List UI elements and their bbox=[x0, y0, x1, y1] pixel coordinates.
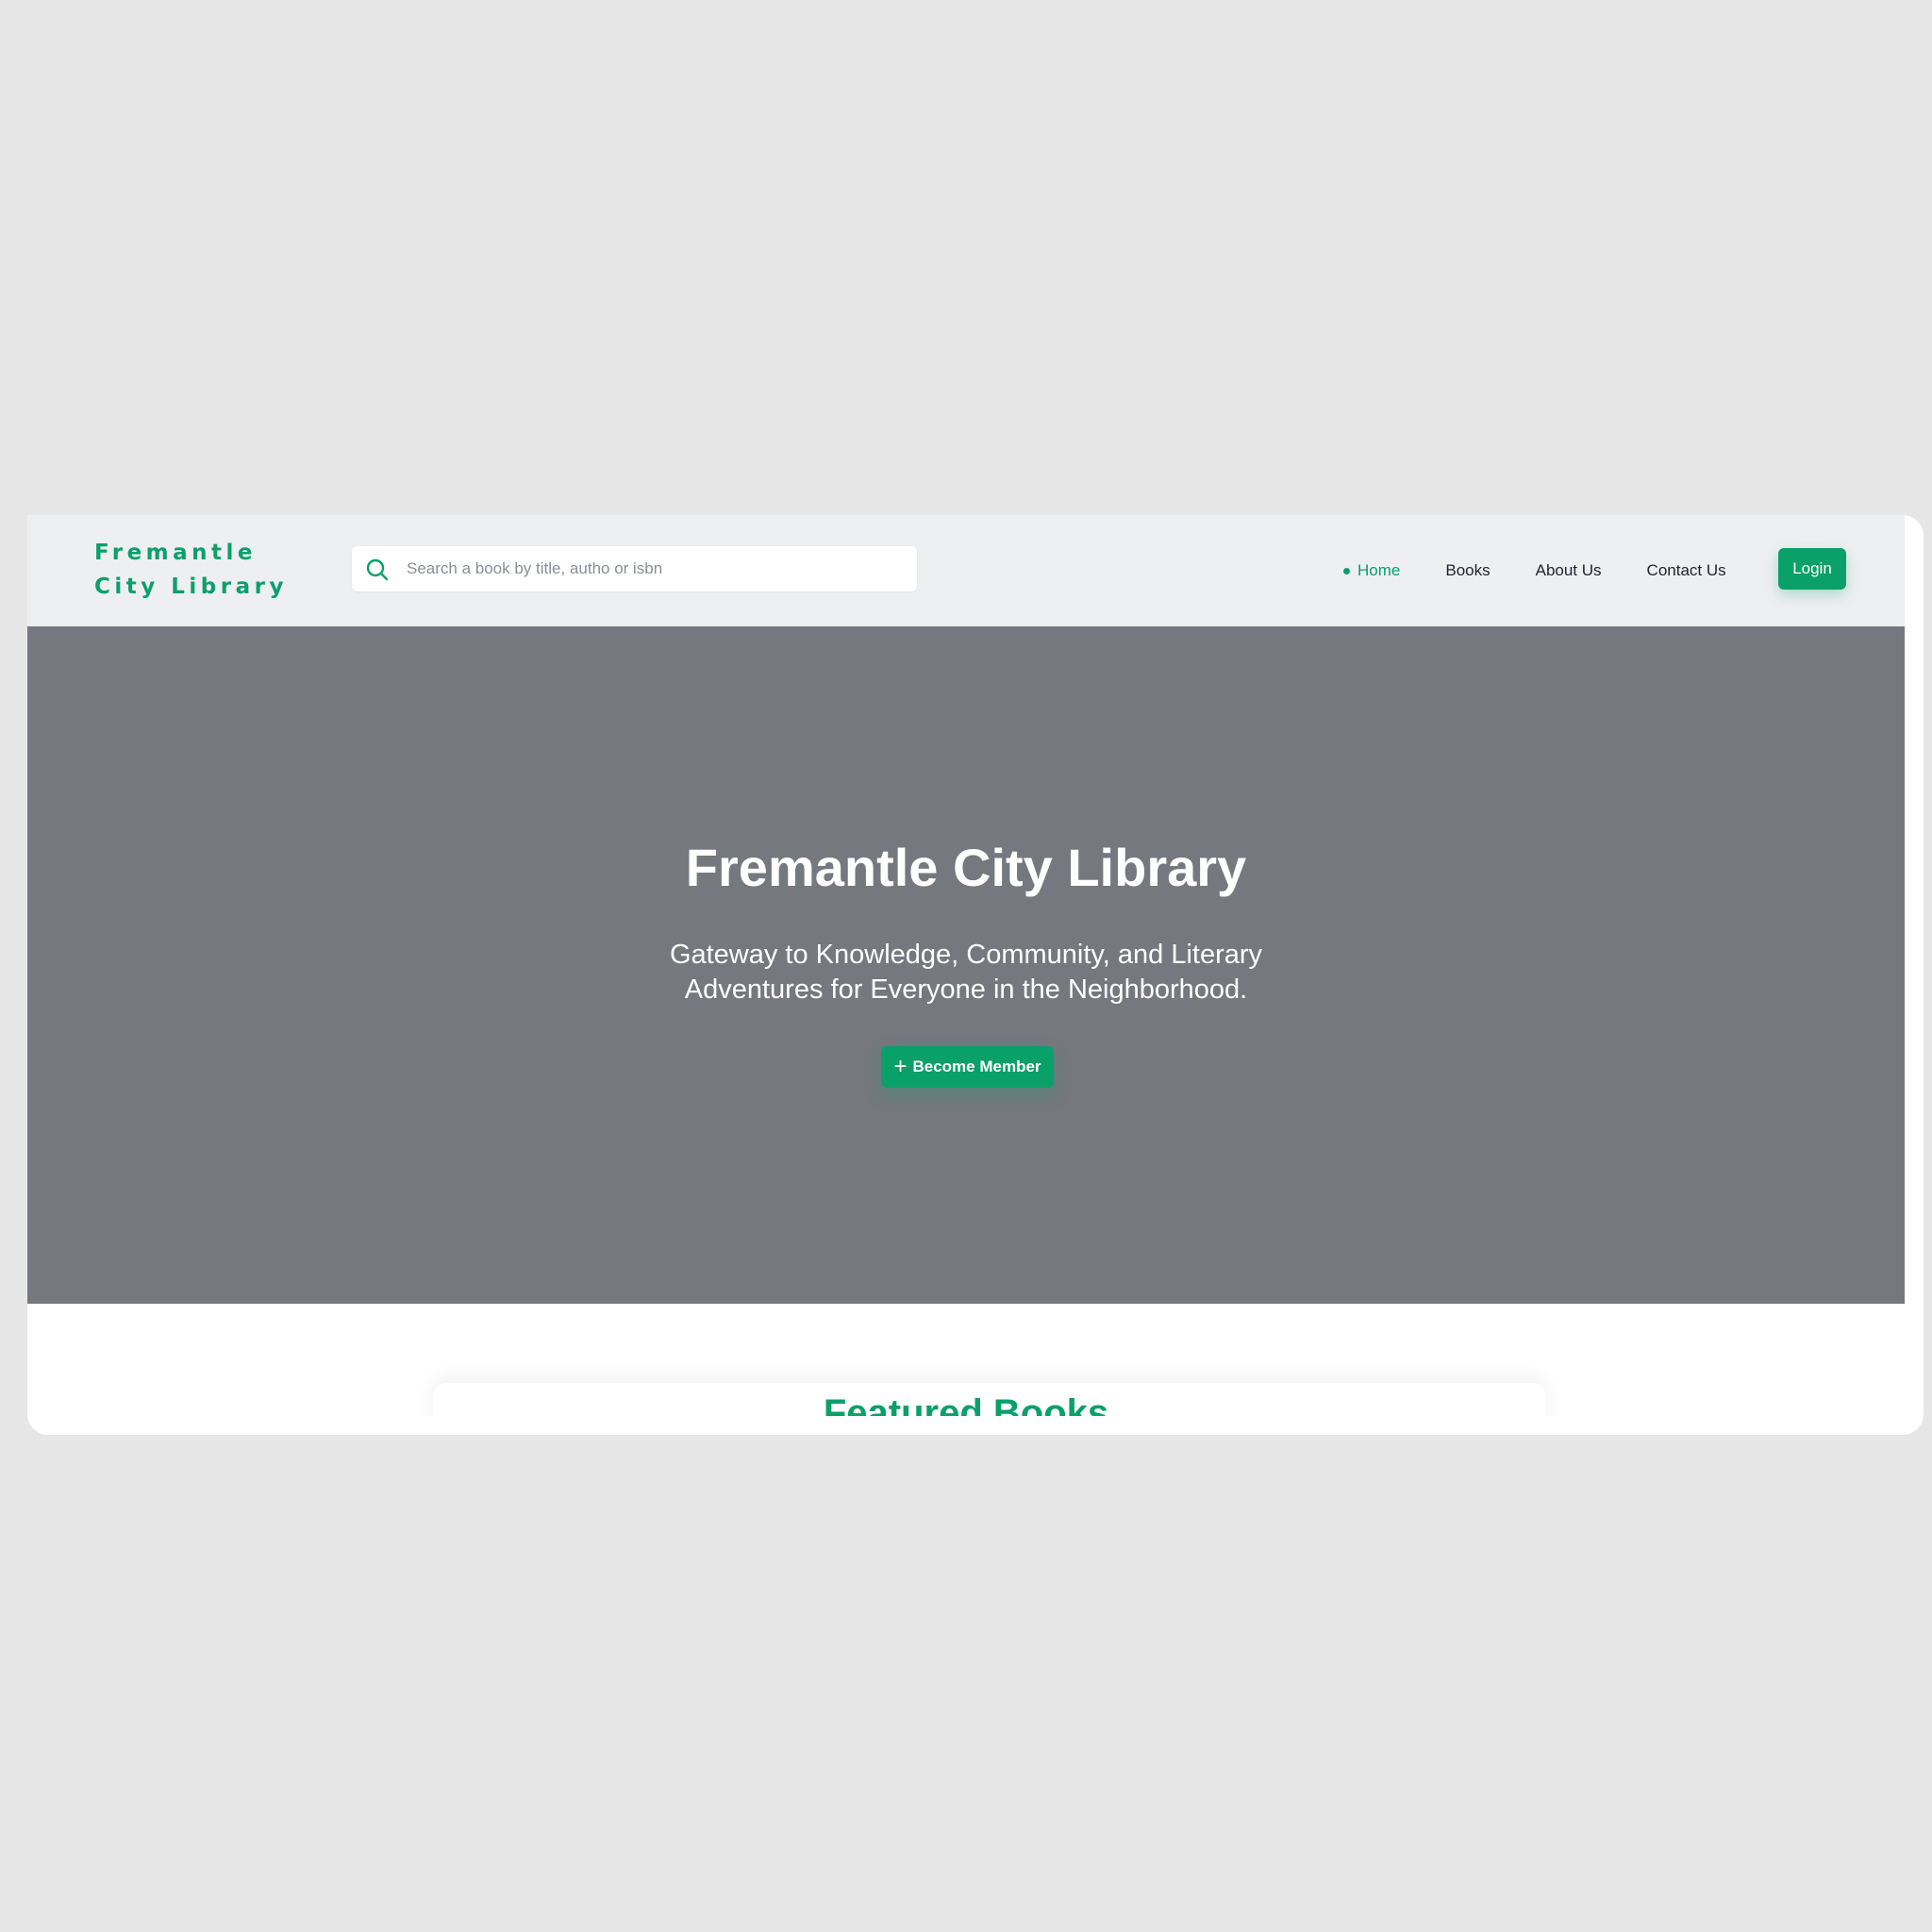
become-member-button[interactable]: + Become Member bbox=[881, 1046, 1054, 1088]
become-member-label: Become Member bbox=[912, 1058, 1041, 1075]
active-dot-icon bbox=[1343, 567, 1350, 575]
viewport-bottom-edge bbox=[27, 1416, 1905, 1435]
nav-link-books[interactable]: Books bbox=[1445, 561, 1490, 580]
nav-link-contact-us[interactable]: Contact Us bbox=[1647, 561, 1726, 580]
search-icon bbox=[366, 558, 389, 581]
hero-section: Fremantle City Library Gateway to Knowle… bbox=[27, 626, 1905, 1304]
browser-window: Fremantle City Library Home Books About … bbox=[27, 515, 1924, 1435]
nav-link-home[interactable]: Home bbox=[1343, 561, 1400, 580]
nav-link-label: Home bbox=[1357, 561, 1401, 579]
brand-logo[interactable]: Fremantle City Library bbox=[94, 536, 321, 604]
nav-link-label: About Us bbox=[1535, 561, 1602, 579]
hero-subtitle: Gateway to Knowledge, Community, and Lit… bbox=[669, 940, 1263, 1005]
search-input[interactable] bbox=[407, 546, 897, 591]
main-nav: Home Books About Us Contact Us bbox=[1343, 515, 1772, 626]
nav-link-label: Contact Us bbox=[1646, 561, 1726, 579]
login-button[interactable]: Login bbox=[1778, 548, 1846, 590]
nav-link-about-us[interactable]: About Us bbox=[1536, 561, 1602, 580]
plus-icon: + bbox=[893, 1054, 908, 1079]
navbar: Fremantle City Library Home Books About … bbox=[27, 515, 1905, 626]
nav-link-label: Books bbox=[1445, 561, 1491, 579]
hero-title: Fremantle City Library bbox=[685, 838, 1247, 897]
search-box[interactable] bbox=[352, 546, 917, 591]
